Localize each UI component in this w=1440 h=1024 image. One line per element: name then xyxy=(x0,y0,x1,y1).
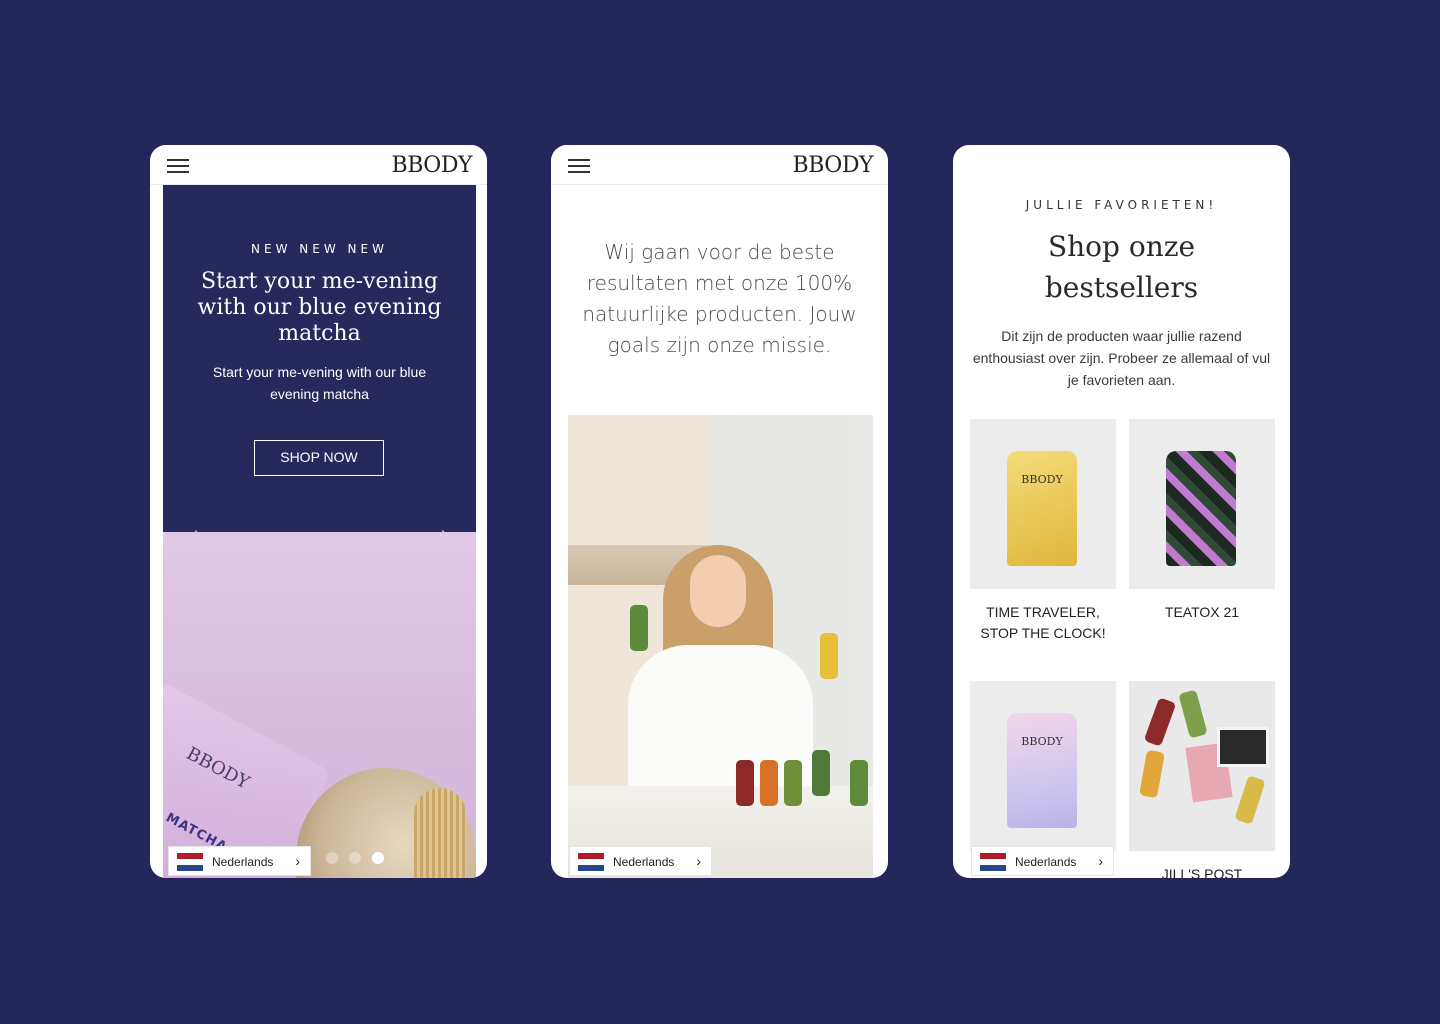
juice-bottle xyxy=(784,760,802,806)
phone-screen-bestsellers: JULLIE FAVORIETEN! Shop onze bestsellers… xyxy=(953,145,1290,878)
section-eyebrow: JULLIE FAVORIETEN! xyxy=(1025,198,1218,212)
netherlands-flag-icon xyxy=(177,853,203,871)
juice-bottle xyxy=(812,750,830,796)
product-card-image[interactable]: BBODY xyxy=(970,681,1116,851)
hero-banner: NEW NEW NEW Start your me-vening with ou… xyxy=(163,185,476,542)
product-bag xyxy=(1166,451,1236,566)
product-card-image[interactable] xyxy=(1129,681,1275,851)
bag-logo: BBODY xyxy=(1021,473,1063,486)
juice-bottle xyxy=(1234,775,1266,825)
product-card-image[interactable]: BBODY xyxy=(970,419,1116,589)
menu-icon[interactable] xyxy=(568,159,590,173)
juice-bottle xyxy=(820,633,838,679)
language-label: Nederlands xyxy=(613,855,675,869)
brand-logo[interactable]: BBODY xyxy=(392,153,473,178)
hero-eyebrow: NEW NEW NEW xyxy=(251,242,388,256)
juice-bottle xyxy=(850,760,868,806)
product-name[interactable]: TIME TRAVELER, STOP THE CLOCK! xyxy=(970,602,1116,644)
juice-bottle xyxy=(1139,749,1165,799)
slider-dot-active[interactable] xyxy=(372,852,384,864)
pouch-logo: BBODY xyxy=(182,743,253,794)
juice-bottle xyxy=(1178,689,1208,739)
slider-dot[interactable] xyxy=(349,852,361,864)
mission-statement: Wij gaan voor de beste resultaten met on… xyxy=(582,240,857,357)
section-subtitle: Dit zijn de producten waar jullie razend… xyxy=(972,328,1271,388)
product-bag: BBODY xyxy=(1007,451,1077,566)
juice-bottle xyxy=(736,760,754,806)
hero-subtitle: Start your me-vening with our blue eveni… xyxy=(212,364,427,402)
language-label: Nederlands xyxy=(1015,855,1077,869)
chevron-right-icon: › xyxy=(295,853,300,869)
header: BBODY xyxy=(150,145,487,185)
chevron-right-icon: › xyxy=(696,853,701,869)
hero-title: Start your me-vening with our blue eveni… xyxy=(197,269,442,346)
netherlands-flag-icon xyxy=(578,853,604,871)
bag-logo: BBODY xyxy=(1021,735,1063,748)
slider-dots xyxy=(326,849,395,868)
product-bag: BBODY xyxy=(1007,713,1077,828)
shop-now-button[interactable]: SHOP NOW xyxy=(254,440,384,476)
juice-bottle xyxy=(630,605,648,651)
hero-product-image: BBODY BLUE MATCHA xyxy=(163,532,476,878)
juice-bottle xyxy=(760,760,778,806)
language-switcher[interactable]: Nederlands › xyxy=(168,846,311,876)
product-name[interactable]: TEATOX 21 xyxy=(1129,602,1275,623)
tablet-device xyxy=(1217,727,1269,767)
bamboo-whisk xyxy=(414,788,466,878)
chevron-right-icon: › xyxy=(1098,853,1103,869)
brand-logo[interactable]: BBODY xyxy=(793,153,874,178)
slider-dot[interactable] xyxy=(326,852,338,864)
header: BBODY xyxy=(551,145,888,185)
person-face xyxy=(690,555,746,627)
founder-photo xyxy=(568,415,873,878)
language-label: Nederlands xyxy=(212,855,274,869)
product-name[interactable]: JILL'S POST xyxy=(1129,864,1275,878)
language-switcher[interactable]: Nederlands › xyxy=(569,846,712,876)
phone-screen-hero: BBODY NEW NEW NEW Start your me-vening w… xyxy=(150,145,487,878)
menu-icon[interactable] xyxy=(167,159,189,173)
phone-screen-mission: BBODY Wij gaan voor de beste resultaten … xyxy=(551,145,888,878)
section-title: Shop onze bestsellers xyxy=(1044,230,1199,304)
product-card-image[interactable] xyxy=(1129,419,1275,589)
juice-bottle xyxy=(1143,697,1177,747)
netherlands-flag-icon xyxy=(980,853,1006,871)
language-switcher[interactable]: Nederlands › xyxy=(971,846,1114,876)
